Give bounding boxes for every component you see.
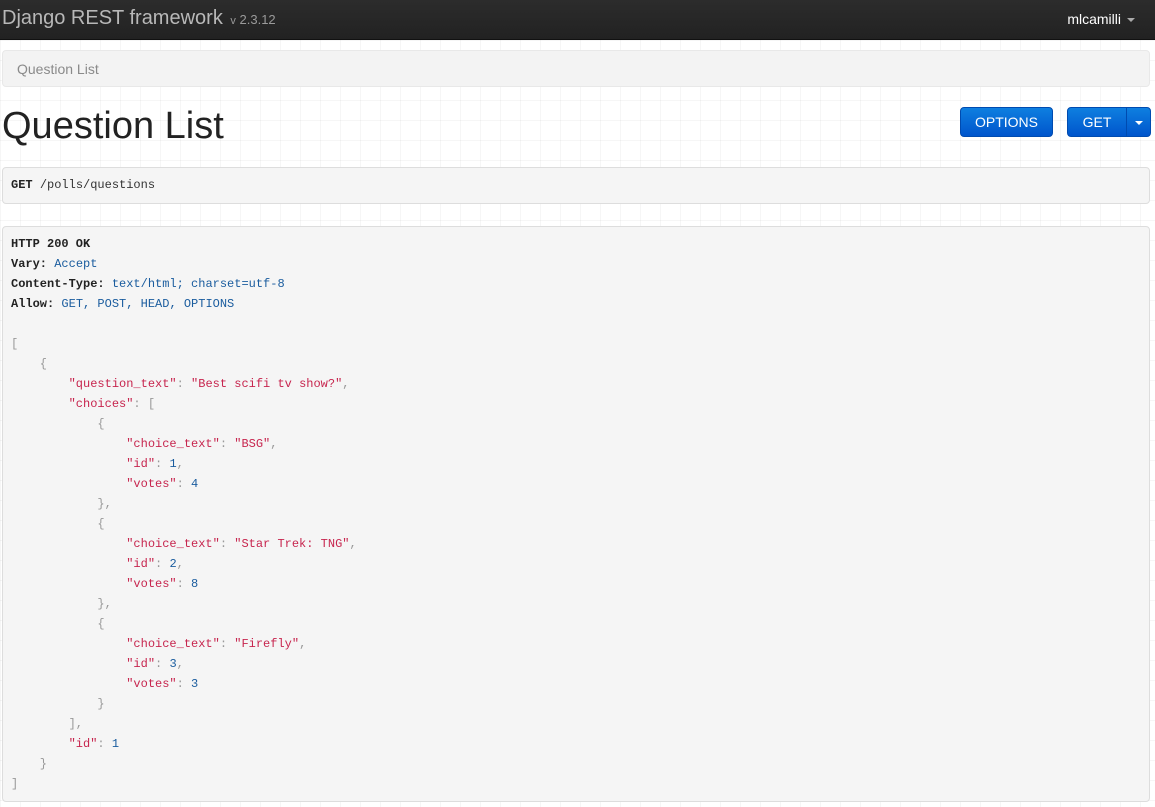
brand-link[interactable]: Django REST framework v 2.3.12 [2,7,276,30]
json-line: } [11,757,48,771]
get-format-dropdown-toggle[interactable] [1126,107,1151,137]
caret-down-icon [1134,121,1143,126]
get-button[interactable]: GET [1067,107,1127,137]
json-line: }, [11,597,112,611]
response-status: HTTP 200 OK [11,237,91,251]
json-line: "id": 1 [68,737,120,751]
breadcrumb-item[interactable]: Question List [17,61,99,77]
json-line: ] [11,777,19,791]
json-line: { [11,617,105,631]
json-line: [ [11,337,19,351]
breadcrumb: Question List [2,50,1150,87]
response-header: Vary: Accept [11,257,98,271]
response-info: HTTP 200 OK Vary: Accept Content-Type: tex… [2,226,1150,802]
request-info: GET /polls/questions [2,167,1150,204]
page-title: Question List [2,105,224,147]
response-header: Content-Type: text/html; charset=utf-8 [11,277,285,291]
json-line: } [11,697,105,711]
json-line: "id": 2, [126,557,184,571]
json-line: "choice_text": "Firefly", [126,637,307,651]
json-line: "votes": 8 [126,577,199,591]
json-line: "votes": 4 [126,477,199,491]
navbar: Django REST framework v 2.3.12 mlcamilli [0,0,1155,40]
json-line: "question_text": "Best scifi tv show?", [68,377,350,391]
json-line: "choice_text": "BSG", [126,437,278,451]
username: mlcamilli [1067,11,1121,27]
json-line: "choice_text": "Star Trek: TNG", [126,537,357,551]
brand-name: Django REST framework [2,7,223,29]
version-label: v 2.3.12 [230,12,276,27]
request-path: /polls/questions [39,178,156,192]
json-line: ], [11,717,84,731]
json-line: }, [11,497,112,511]
json-line: "id": 3, [126,657,184,671]
request-method: GET [11,178,33,192]
options-button[interactable]: OPTIONS [960,107,1053,137]
json-line: "id": 1, [126,457,184,471]
json-line: "choices": [ [68,397,156,411]
json-line: { [11,417,105,431]
caret-down-icon [1127,18,1135,23]
response-header: Allow: GET, POST, HEAD, OPTIONS [11,297,235,311]
json-line: { [11,357,48,371]
json-line: { [11,517,105,531]
json-line: "votes": 3 [126,677,199,691]
user-menu[interactable]: mlcamilli [1067,11,1135,27]
